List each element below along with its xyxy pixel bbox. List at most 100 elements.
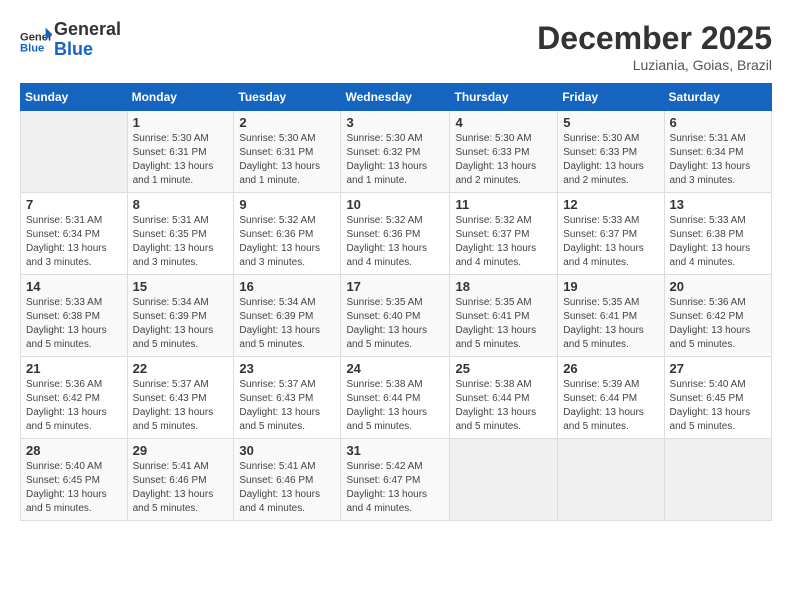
week-row-5: 28 Sunrise: 5:40 AMSunset: 6:45 PMDayligh… xyxy=(21,439,772,521)
day-info: Sunrise: 5:38 AMSunset: 6:44 PMDaylight:… xyxy=(455,378,552,434)
day-info: Sunrise: 5:32 AMSunset: 6:37 PMDaylight:… xyxy=(455,214,552,270)
day-info: Sunrise: 5:34 AMSunset: 6:39 PMDaylight:… xyxy=(133,296,229,352)
calendar-cell: 13 Sunrise: 5:33 AMSunset: 6:38 PMDayligh… xyxy=(664,193,771,275)
day-info: Sunrise: 5:30 AMSunset: 6:32 PMDaylight:… xyxy=(346,132,444,188)
logo-text: General Blue xyxy=(54,20,121,60)
weekday-header-wednesday: Wednesday xyxy=(341,84,450,111)
calendar-cell: 26 Sunrise: 5:39 AMSunset: 6:44 PMDayligh… xyxy=(558,357,664,439)
day-number: 27 xyxy=(670,361,766,376)
week-row-4: 21Sunrise: 5:36 AMSunset: 6:42 PMDayligh… xyxy=(21,357,772,439)
calendar-table: SundayMondayTuesdayWednesdayThursdayFrid… xyxy=(20,83,772,521)
weekday-header-tuesday: Tuesday xyxy=(234,84,341,111)
calendar-cell: 2Sunrise: 5:30 AMSunset: 6:31 PMDaylight… xyxy=(234,111,341,193)
calendar-cell: 20 Sunrise: 5:36 AMSunset: 6:42 PMDayligh… xyxy=(664,275,771,357)
calendar-cell: 15 Sunrise: 5:34 AMSunset: 6:39 PMDayligh… xyxy=(127,275,234,357)
calendar-cell: 1 Sunrise: 5:30 AMSunset: 6:31 PMDaylight… xyxy=(127,111,234,193)
day-number: 4 xyxy=(455,115,552,130)
weekday-header-monday: Monday xyxy=(127,84,234,111)
day-number: 13 xyxy=(670,197,766,212)
week-row-2: 7 Sunrise: 5:31 AMSunset: 6:34 PMDaylight… xyxy=(21,193,772,275)
calendar-cell: 11 Sunrise: 5:32 AMSunset: 6:37 PMDayligh… xyxy=(450,193,558,275)
weekday-header-friday: Friday xyxy=(558,84,664,111)
weekday-header-thursday: Thursday xyxy=(450,84,558,111)
day-info: Sunrise: 5:39 AMSunset: 6:44 PMDaylight:… xyxy=(563,378,658,434)
day-info: Sunrise: 5:30 AMSunset: 6:33 PMDaylight:… xyxy=(455,132,552,188)
day-number: 24 xyxy=(346,361,444,376)
logo-line1: General xyxy=(54,19,121,39)
day-info: Sunrise: 5:31 AMSunset: 6:34 PMDaylight:… xyxy=(670,132,766,188)
day-info: Sunrise: 5:30 AMSunset: 6:33 PMDaylight:… xyxy=(563,132,658,188)
calendar-cell: 21Sunrise: 5:36 AMSunset: 6:42 PMDayligh… xyxy=(21,357,128,439)
day-number: 16 xyxy=(239,279,335,294)
day-info: Sunrise: 5:35 AMSunset: 6:41 PMDaylight:… xyxy=(455,296,552,352)
day-number: 17 xyxy=(346,279,444,294)
day-info: Sunrise: 5:35 AMSunset: 6:40 PMDaylight:… xyxy=(346,296,444,352)
day-info: Sunrise: 5:41 AMSunset: 6:46 PMDaylight:… xyxy=(133,460,229,516)
calendar-cell xyxy=(558,439,664,521)
day-info: Sunrise: 5:34 AMSunset: 6:39 PMDaylight:… xyxy=(239,296,335,352)
day-number: 10 xyxy=(346,197,444,212)
day-info: Sunrise: 5:33 AMSunset: 6:38 PMDaylight:… xyxy=(670,214,766,270)
day-info: Sunrise: 5:30 AMSunset: 6:31 PMDaylight:… xyxy=(239,132,335,188)
calendar-cell: 28 Sunrise: 5:40 AMSunset: 6:45 PMDayligh… xyxy=(21,439,128,521)
day-number: 12 xyxy=(563,197,658,212)
page-header: General Blue General Blue December 2025 … xyxy=(20,20,772,73)
calendar-cell: 8 Sunrise: 5:31 AMSunset: 6:35 PMDaylight… xyxy=(127,193,234,275)
calendar-cell: 10 Sunrise: 5:32 AMSunset: 6:36 PMDayligh… xyxy=(341,193,450,275)
day-number: 8 xyxy=(133,197,229,212)
day-number: 31 xyxy=(346,443,444,458)
logo-line2: Blue xyxy=(54,39,93,59)
weekday-header-sunday: Sunday xyxy=(21,84,128,111)
day-info: Sunrise: 5:31 AMSunset: 6:34 PMDaylight:… xyxy=(26,214,122,270)
day-number: 15 xyxy=(133,279,229,294)
calendar-cell: 18 Sunrise: 5:35 AMSunset: 6:41 PMDayligh… xyxy=(450,275,558,357)
day-info: Sunrise: 5:37 AMSunset: 6:43 PMDaylight:… xyxy=(133,378,229,434)
day-number: 7 xyxy=(26,197,122,212)
day-info: Sunrise: 5:33 AMSunset: 6:38 PMDaylight:… xyxy=(26,296,122,352)
svg-text:Blue: Blue xyxy=(20,42,44,53)
week-row-3: 14Sunrise: 5:33 AMSunset: 6:38 PMDayligh… xyxy=(21,275,772,357)
location: Luziania, Goias, Brazil xyxy=(537,57,772,73)
calendar-cell: 24 Sunrise: 5:38 AMSunset: 6:44 PMDayligh… xyxy=(341,357,450,439)
weekday-header-saturday: Saturday xyxy=(664,84,771,111)
day-number: 6 xyxy=(670,115,766,130)
logo-icon: General Blue xyxy=(20,26,52,54)
day-number: 21 xyxy=(26,361,122,376)
calendar-cell xyxy=(664,439,771,521)
day-number: 28 xyxy=(26,443,122,458)
day-info: Sunrise: 5:30 AMSunset: 6:31 PMDaylight:… xyxy=(133,132,229,188)
calendar-cell: 7 Sunrise: 5:31 AMSunset: 6:34 PMDaylight… xyxy=(21,193,128,275)
day-info: Sunrise: 5:40 AMSunset: 6:45 PMDaylight:… xyxy=(670,378,766,434)
calendar-cell: 9Sunrise: 5:32 AMSunset: 6:36 PMDaylight… xyxy=(234,193,341,275)
day-number: 18 xyxy=(455,279,552,294)
day-info: Sunrise: 5:42 AMSunset: 6:47 PMDaylight:… xyxy=(346,460,444,516)
calendar-cell: 31 Sunrise: 5:42 AMSunset: 6:47 PMDayligh… xyxy=(341,439,450,521)
calendar-cell xyxy=(450,439,558,521)
calendar-cell: 3 Sunrise: 5:30 AMSunset: 6:32 PMDaylight… xyxy=(341,111,450,193)
calendar-cell: 22 Sunrise: 5:37 AMSunset: 6:43 PMDayligh… xyxy=(127,357,234,439)
day-number: 20 xyxy=(670,279,766,294)
day-number: 1 xyxy=(133,115,229,130)
month-title: December 2025 xyxy=(537,20,772,57)
calendar-cell: 19Sunrise: 5:35 AMSunset: 6:41 PMDayligh… xyxy=(558,275,664,357)
day-number: 23 xyxy=(239,361,335,376)
calendar-cell xyxy=(21,111,128,193)
day-number: 26 xyxy=(563,361,658,376)
day-number: 3 xyxy=(346,115,444,130)
day-number: 25 xyxy=(455,361,552,376)
day-info: Sunrise: 5:32 AMSunset: 6:36 PMDaylight:… xyxy=(346,214,444,270)
week-row-1: 1 Sunrise: 5:30 AMSunset: 6:31 PMDaylight… xyxy=(21,111,772,193)
day-info: Sunrise: 5:38 AMSunset: 6:44 PMDaylight:… xyxy=(346,378,444,434)
logo: General Blue General Blue xyxy=(20,20,121,60)
header-row: SundayMondayTuesdayWednesdayThursdayFrid… xyxy=(21,84,772,111)
day-info: Sunrise: 5:35 AMSunset: 6:41 PMDaylight:… xyxy=(563,296,658,352)
day-info: Sunrise: 5:36 AMSunset: 6:42 PMDaylight:… xyxy=(670,296,766,352)
day-number: 22 xyxy=(133,361,229,376)
day-info: Sunrise: 5:31 AMSunset: 6:35 PMDaylight:… xyxy=(133,214,229,270)
calendar-cell: 23Sunrise: 5:37 AMSunset: 6:43 PMDayligh… xyxy=(234,357,341,439)
day-info: Sunrise: 5:40 AMSunset: 6:45 PMDaylight:… xyxy=(26,460,122,516)
day-number: 11 xyxy=(455,197,552,212)
calendar-cell: 4 Sunrise: 5:30 AMSunset: 6:33 PMDaylight… xyxy=(450,111,558,193)
calendar-cell: 29Sunrise: 5:41 AMSunset: 6:46 PMDayligh… xyxy=(127,439,234,521)
calendar-cell: 14Sunrise: 5:33 AMSunset: 6:38 PMDayligh… xyxy=(21,275,128,357)
